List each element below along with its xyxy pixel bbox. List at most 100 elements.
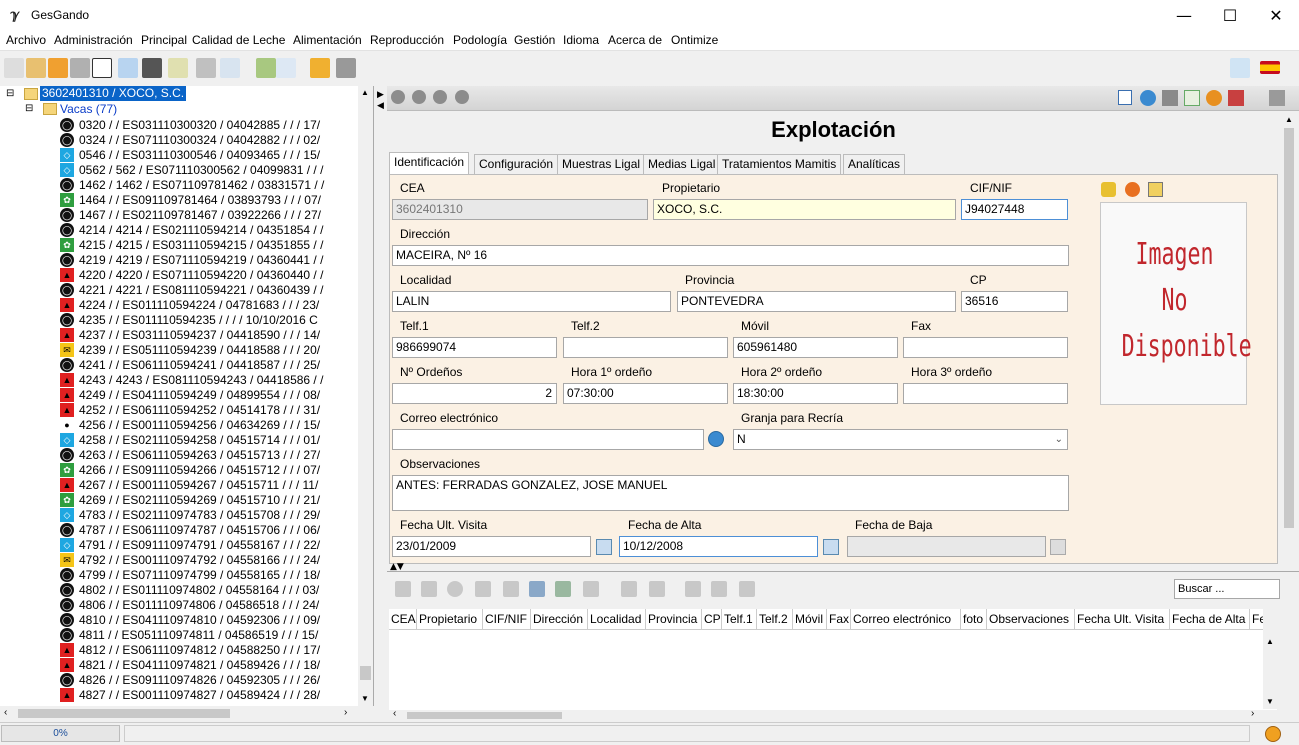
scroll-down-icon[interactable]: ▼ — [1266, 697, 1274, 706]
tab-analiticas[interactable]: Analíticas — [843, 154, 906, 174]
correo-field[interactable] — [392, 429, 704, 450]
calculator-icon[interactable] — [685, 581, 701, 597]
lock-icon[interactable] — [310, 58, 330, 78]
tree-cow-item[interactable]: 4799 / / ES071110974799 / 04558165 / / /… — [79, 568, 355, 583]
tab-medias-ligal[interactable]: Medias Ligal — [643, 154, 721, 174]
filter-icon[interactable] — [503, 581, 519, 597]
column-header[interactable]: Móvil — [793, 609, 827, 629]
column-header[interactable]: Telf.1 — [722, 609, 757, 629]
tree-cow-item[interactable]: 4219 / 4219 / ES071110594219 / 04360441 … — [79, 253, 355, 268]
tab-identificacion[interactable]: Identificación — [389, 152, 470, 174]
tree-cow-item[interactable]: 4806 / / ES011110974806 / 04586518 / / /… — [79, 598, 355, 613]
tree-cow-item[interactable]: 4783 / / ES021110974783 / 04515708 / / /… — [79, 508, 355, 523]
collapse-folder-icon[interactable]: ⊟ — [25, 103, 33, 114]
collapse-right-icon[interactable]: ◀ — [377, 100, 384, 111]
tree-cow-item[interactable]: 4792 / / ES001110974792 / 04558166 / / /… — [79, 553, 355, 568]
nav-last-icon[interactable] — [455, 90, 469, 104]
tree-cow-item[interactable]: 4266 / / ES091110594266 / 04515712 / / /… — [79, 463, 355, 478]
form-vertical-scrollbar[interactable]: ▲ — [1281, 112, 1297, 564]
herd-icon[interactable] — [4, 58, 24, 78]
tree-vertical-scrollbar[interactable]: ▲ ▼ — [358, 86, 373, 706]
column-header[interactable]: Provincia — [646, 609, 702, 629]
scroll-thumb[interactable] — [407, 712, 562, 719]
maximize-button[interactable]: ☐ — [1207, 0, 1253, 31]
tree-cow-item[interactable]: 4220 / 4220 / ES071110594220 / 04360440 … — [79, 268, 355, 283]
nav-next-icon[interactable] — [433, 90, 447, 104]
scroll-up-icon[interactable]: ▲ — [1285, 115, 1293, 124]
tree-cow-item[interactable]: 4239 / / ES051110594239 / 04418588 / / /… — [79, 343, 355, 358]
tree-cow-item[interactable]: 4214 / 4214 / ES021110594214 / 04351854 … — [79, 223, 355, 238]
tree-cow-item[interactable]: 4821 / / ES041110974821 / 04589426 / / /… — [79, 658, 355, 673]
column-header[interactable]: Fecha de Alta — [1170, 609, 1250, 629]
sum-icon[interactable] — [711, 581, 727, 597]
tree-cow-item[interactable]: 4267 / / ES001110594267 / 04515711 / / /… — [79, 478, 355, 493]
scroll-up-icon[interactable]: ▲ — [1266, 637, 1274, 646]
scroll-right-icon[interactable]: › — [344, 707, 347, 718]
notes-icon[interactable] — [168, 58, 188, 78]
tree-cow-item[interactable]: 4802 / / ES011110974802 / 04558164 / / /… — [79, 583, 355, 598]
columns-icon[interactable] — [621, 581, 637, 597]
tree-cow-item[interactable]: 0546 / / ES031110300546 / 04093465 / / /… — [79, 148, 355, 163]
grid-vertical-scrollbar[interactable]: ▲ ▼ — [1263, 609, 1278, 709]
clear-icon[interactable] — [1228, 90, 1244, 106]
direccion-field[interactable]: MACEIRA, Nº 16 — [392, 245, 1069, 266]
connection-icon[interactable] — [1230, 58, 1250, 78]
tree-cow-item[interactable]: 4269 / / ES021110594269 / 04515710 / / /… — [79, 493, 355, 508]
menu-gestion[interactable]: Gestión — [514, 33, 555, 47]
tree-cow-item[interactable]: 4826 / / ES091110974826 / 04592305 / / /… — [79, 673, 355, 688]
syringe-icon[interactable] — [70, 58, 90, 78]
hora2-field[interactable]: 18:30:00 — [733, 383, 898, 404]
ordenos-field[interactable]: 2 — [392, 383, 557, 404]
scroll-thumb[interactable] — [18, 709, 230, 718]
hora1-field[interactable]: 07:30:00 — [563, 383, 728, 404]
tree-cow-item[interactable]: 4215 / 4215 / ES031110594215 / 04351855 … — [79, 238, 355, 253]
tree-cow-item[interactable]: 4258 / / ES021110594258 / 04515714 / / /… — [79, 433, 355, 448]
menu-ontimize[interactable]: Ontimize — [671, 33, 718, 47]
calendar-icon[interactable] — [1050, 539, 1066, 555]
tree-cow-item[interactable]: 1467 / / ES021109781467 / 03922266 / / /… — [79, 208, 355, 223]
mail-icon[interactable] — [276, 58, 296, 78]
tree-cow-item[interactable]: 4224 / / ES011110594224 / 04781683 / / /… — [79, 298, 355, 313]
column-header[interactable]: Fax — [827, 609, 851, 629]
tree-cow-item[interactable]: 4237 / / ES031110594237 / 04418590 / / /… — [79, 328, 355, 343]
column-header[interactable]: Propietario — [417, 609, 483, 629]
close-window-button[interactable]: ✕ — [1253, 0, 1299, 31]
cp-field[interactable]: 36516 — [961, 291, 1068, 312]
tree-cow-item[interactable]: 4827 / / ES001110974827 / 04589424 / / /… — [79, 688, 355, 703]
column-header[interactable]: CEA — [389, 609, 417, 629]
column-header[interactable]: Fecha Ult. Visita — [1075, 609, 1170, 629]
tree-cow-item[interactable]: 4263 / / ES061110594263 / 04515713 / / /… — [79, 448, 355, 463]
validate-icon[interactable] — [1184, 90, 1200, 106]
menu-calidad-leche[interactable]: Calidad de Leche — [192, 33, 285, 47]
collapse-left-icon[interactable]: ▶ — [377, 89, 384, 100]
hora3-field[interactable] — [903, 383, 1068, 404]
tree-cow-item[interactable]: 4811 / / ES051110974811 / 04586519 / / /… — [79, 628, 355, 643]
fecha-visita-field[interactable]: 23/01/2009 — [392, 536, 591, 557]
fecha-alta-field[interactable]: 10/12/2008 — [619, 536, 818, 557]
copy-icon[interactable] — [395, 581, 411, 597]
tree-cow-item[interactable]: 0320 / / ES031110300320 / 04042885 / / /… — [79, 118, 355, 133]
column-header[interactable]: CIF/NIF — [483, 609, 531, 629]
column-header[interactable]: Telf.2 — [757, 609, 793, 629]
tree-cow-item[interactable]: 4235 / / ES011110594235 / / / / 10/10/20… — [79, 313, 355, 328]
splitter[interactable]: ▶ ◀ — [376, 86, 386, 721]
tree-cow-item[interactable]: 4252 / / ES061110594252 / 04514178 / / /… — [79, 403, 355, 418]
collapse-root-icon[interactable]: ⊟ — [6, 88, 14, 99]
tab-configuracion[interactable]: Configuración — [474, 154, 559, 174]
observaciones-field[interactable]: ANTES: FERRADAS GONZALEZ, JOSE MANUEL — [392, 475, 1069, 511]
list-icon[interactable] — [220, 58, 240, 78]
export-image-icon[interactable] — [1148, 182, 1163, 197]
grid-search-input[interactable]: Buscar ... — [1174, 579, 1280, 599]
granja-select[interactable]: N ⌄ — [733, 429, 1068, 450]
menu-archivo[interactable]: Archivo — [6, 33, 46, 47]
send-email-icon[interactable] — [708, 431, 724, 447]
scroll-thumb[interactable] — [1284, 128, 1294, 528]
scroll-left-icon[interactable]: ‹ — [393, 708, 396, 719]
menu-administracion[interactable]: Administración — [54, 33, 133, 47]
telf1-field[interactable]: 986699074 — [392, 337, 557, 358]
save-icon[interactable] — [529, 581, 545, 597]
movil-field[interactable]: 605961480 — [733, 337, 898, 358]
spain-flag-icon[interactable] — [1260, 61, 1280, 74]
tree-cow-item[interactable]: 1462 / 1462 / ES071109781462 / 03831571 … — [79, 178, 355, 193]
tree-cow-item[interactable]: 0324 / / ES071110300324 / 04042882 / / /… — [79, 133, 355, 148]
